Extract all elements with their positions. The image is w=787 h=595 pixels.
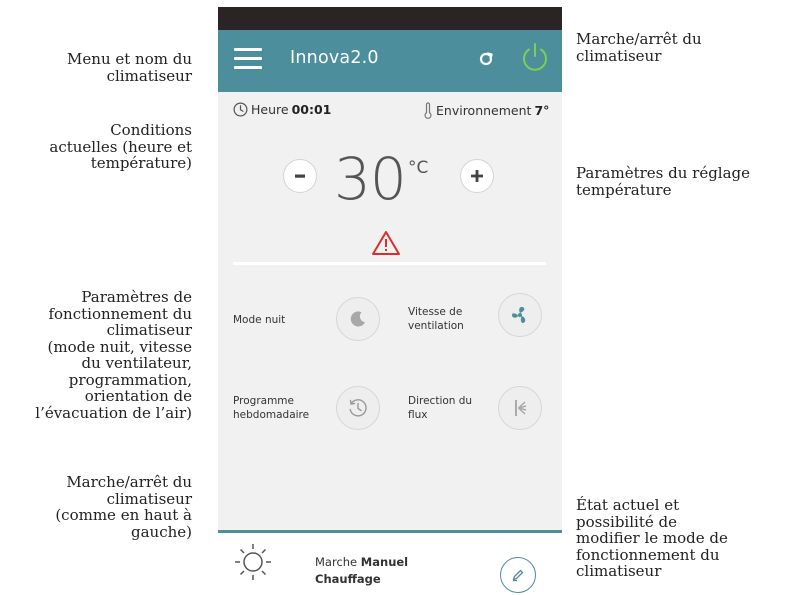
fan-speed-button[interactable] [498, 293, 542, 337]
thermometer-icon [424, 102, 432, 119]
environment-value: 7° [534, 103, 550, 118]
annotation-mode-state: État actuel et possibilité de modifier l… [576, 496, 728, 580]
app-title: Innova2.0 [290, 48, 379, 68]
environment-label: Environnement [436, 103, 532, 118]
pencil-icon [512, 569, 524, 582]
time-label: Heure [251, 102, 289, 117]
power-state: Marche [315, 555, 358, 569]
time-value: 00:01 [291, 102, 332, 117]
control-mode: Manuel [360, 555, 409, 569]
plus-icon [471, 170, 483, 182]
weekly-program-label: Programme hebdomadaire [233, 395, 310, 421]
fan-icon [512, 306, 526, 324]
flow-direction-button[interactable] [498, 386, 542, 430]
operating-mode: Chauffage [315, 572, 381, 586]
phone-screen: Innova2.0 Heure 00:01 Environnement 7° 3… [218, 7, 562, 595]
temp-decrease-button[interactable] [283, 159, 317, 193]
mode-status-panel: Marche Manuel Chauffage [218, 533, 562, 595]
annotation-params: Paramètres de fonctionnement du climatis… [35, 288, 192, 422]
environment-display: Environnement 7° [423, 102, 549, 119]
annotation-conditions: Conditions actuelles (heure et températu… [49, 121, 192, 172]
temperature-unit: °C [408, 158, 429, 178]
menu-icon[interactable] [234, 48, 262, 70]
sun-icon[interactable] [231, 538, 275, 582]
app-bar: Innova2.0 [218, 30, 562, 92]
air-flow-icon [515, 400, 527, 416]
annotation-power-bottom: Marche/arrêt du climatiseur (comme en ha… [55, 473, 192, 541]
annotation-power-top: Marche/arrêt du climatiseur [576, 30, 702, 65]
annotation-temp-settings: Paramètres du réglage température [576, 164, 751, 199]
moon-icon [350, 311, 365, 327]
minus-icon [295, 174, 305, 178]
temperature-value: 30 [334, 145, 407, 213]
time-display: Heure 00:01 [233, 102, 331, 117]
clock-icon [233, 102, 248, 117]
clock-history-icon [349, 399, 367, 417]
mode-status-line1: Marche Manuel [315, 555, 408, 569]
flow-direction-label: Direction du flux [408, 395, 473, 421]
power-icon[interactable] [518, 40, 552, 74]
fan-speed-label: Vitesse de ventilation [408, 306, 464, 332]
night-mode-label: Mode nuit [233, 314, 286, 326]
status-bar [218, 7, 562, 30]
edit-mode-button[interactable] [500, 557, 536, 593]
annotation-menu: Menu et nom du climatiseur [67, 50, 192, 85]
refresh-icon[interactable] [476, 49, 496, 69]
temp-increase-button[interactable] [460, 159, 494, 193]
warning-icon [372, 231, 400, 255]
night-mode-button[interactable] [336, 297, 380, 341]
weekly-program-button[interactable] [336, 386, 380, 430]
divider [233, 262, 546, 265]
